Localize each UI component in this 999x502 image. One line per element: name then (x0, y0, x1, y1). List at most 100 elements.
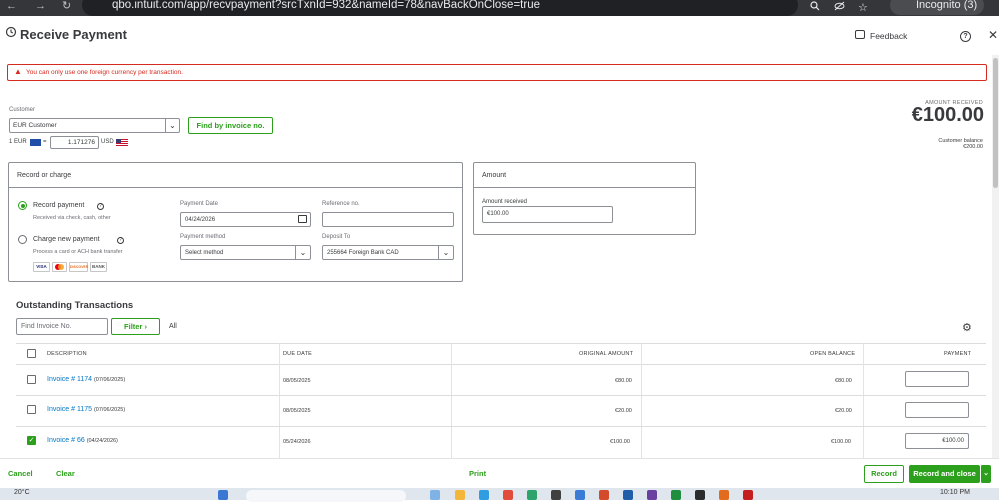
find-by-invoice-button[interactable]: Find by invoice no. (188, 117, 273, 134)
chevron-down-icon[interactable]: ⌄ (438, 246, 453, 259)
column-header-open-balance[interactable]: OPEN BALANCE (810, 351, 855, 357)
folder-icon[interactable] (455, 490, 465, 500)
reload-icon[interactable]: ↻ (62, 0, 71, 12)
help-icon[interactable]: ? (960, 31, 971, 42)
record-button[interactable]: Record (864, 465, 904, 483)
eu-flag-icon (30, 139, 41, 146)
panel-title-amount: Amount (482, 172, 507, 179)
panel-title-record: Record or charge (17, 172, 72, 179)
invoice-link[interactable]: Invoice # 66 (04/24/2026) (47, 437, 118, 444)
record-payment-radio[interactable] (18, 201, 27, 210)
open-balance: €20.00 (835, 408, 852, 414)
us-flag-icon (116, 139, 128, 146)
record-options-chevron-icon[interactable]: ⌄ (980, 465, 991, 483)
column-header-due-date[interactable]: DUE DATE (283, 351, 312, 357)
chevron-down-icon[interactable]: ⌄ (295, 246, 310, 259)
column-header-description[interactable]: DESCRIPTION (47, 351, 87, 357)
customer-value: EUR Customer (13, 122, 57, 129)
payment-date-input[interactable]: 04/24/2026 (180, 212, 311, 227)
address-bar[interactable]: qbo.intuit.com/app/recvpayment?srcTxnId=… (82, 0, 798, 16)
weather-text[interactable]: 20°C (14, 489, 30, 496)
app-icon[interactable] (551, 490, 561, 500)
back-arrow-icon[interactable]: ← (6, 0, 17, 12)
chevron-down-icon[interactable]: ⌄ (165, 119, 179, 132)
footer-bar: Cancel Clear Print Record Record and clo… (0, 458, 999, 488)
scrollbar-thumb[interactable] (993, 58, 998, 188)
rate-prefix: 1 EUR (9, 139, 27, 145)
app-icon[interactable] (575, 490, 585, 500)
row-checkbox[interactable] (27, 405, 36, 414)
column-header-payment[interactable]: PAYMENT (944, 351, 971, 357)
error-alert: ▲ You can only use one foreign currency … (7, 64, 987, 81)
chevron-right-icon: › (144, 322, 147, 331)
incognito-label: Incognito (3) (916, 0, 978, 11)
print-button[interactable]: Print (469, 469, 486, 478)
exchange-rate-input[interactable]: 1.171276 (50, 136, 99, 149)
app-icon[interactable] (527, 490, 537, 500)
clear-button[interactable]: Clear (56, 469, 75, 478)
customer-dropdown[interactable]: EUR Customer ⌄ (9, 118, 180, 133)
forward-arrow-icon[interactable]: → (35, 0, 46, 12)
help-icon[interactable]: ? (117, 237, 124, 244)
invoice-link[interactable]: Invoice # 1175 (07/06/2025) (47, 406, 125, 413)
app-icon[interactable] (671, 490, 681, 500)
original-amount: €80.00 (615, 378, 632, 384)
close-icon[interactable]: ✕ (988, 28, 998, 42)
app-icon[interactable] (647, 490, 657, 500)
app-icon[interactable] (430, 490, 440, 500)
alert-message: You can only use one foreign currency pe… (26, 69, 183, 76)
rate-equals: = (43, 139, 47, 145)
reference-input[interactable] (322, 212, 454, 227)
row-checkbox-checked[interactable]: ✓ (27, 436, 36, 445)
deposit-to-dropdown[interactable]: 255664 Foreign Bank CAD ⌄ (322, 245, 454, 260)
charge-payment-radio[interactable] (18, 235, 27, 244)
row-checkbox[interactable] (27, 375, 36, 384)
outstanding-title: Outstanding Transactions (16, 300, 134, 311)
clock-text[interactable]: 10:10 PM (940, 489, 970, 496)
invoice-number[interactable]: Invoice # 1175 (47, 406, 92, 413)
filter-button[interactable]: Filter › (111, 318, 160, 335)
app-icon[interactable] (719, 490, 729, 500)
payment-input[interactable] (905, 371, 969, 387)
payment-date-label: Payment Date (180, 201, 219, 207)
eye-off-icon[interactable] (834, 1, 845, 14)
amount-received-field-label: Amount received (482, 199, 528, 205)
feedback-icon[interactable] (855, 30, 865, 39)
calendar-icon[interactable] (298, 215, 307, 223)
app-icon[interactable] (503, 490, 513, 500)
payment-method-dropdown[interactable]: Select method ⌄ (180, 245, 311, 260)
invoice-number[interactable]: Invoice # 1174 (47, 376, 92, 383)
mastercard-card-icon (52, 262, 67, 272)
bookmark-star-icon[interactable]: ☆ (858, 1, 868, 14)
help-icon[interactable]: ? (97, 203, 104, 210)
url-text[interactable]: qbo.intuit.com/app/recvpayment?srcTxnId=… (112, 0, 540, 11)
start-icon[interactable] (218, 490, 228, 500)
select-all-checkbox[interactable] (27, 349, 36, 358)
payment-input[interactable] (905, 402, 969, 418)
app-icon[interactable] (599, 490, 609, 500)
taskbar-search[interactable] (246, 490, 406, 502)
app-icon[interactable] (479, 490, 489, 500)
zoom-icon[interactable] (810, 1, 820, 14)
amount-received-input[interactable]: €100.00 (482, 206, 613, 223)
record-and-close-button[interactable]: Record and close (909, 465, 980, 483)
payment-method-label: Payment method (180, 234, 226, 240)
record-payment-label: Record payment (33, 202, 85, 209)
rate-suffix: USD (101, 139, 114, 145)
cancel-button[interactable]: Cancel (8, 469, 33, 478)
due-date: 08/05/2025 (283, 378, 311, 384)
feedback-link[interactable]: Feedback (870, 31, 907, 41)
history-icon[interactable] (5, 26, 17, 41)
find-invoice-input[interactable]: Find Invoice No. (16, 318, 108, 335)
invoice-number[interactable]: Invoice # 66 (47, 437, 85, 444)
app-icon[interactable] (695, 490, 705, 500)
app-icon[interactable] (623, 490, 633, 500)
customer-label: Customer (9, 107, 36, 113)
gear-icon[interactable]: ⚙ (962, 321, 972, 334)
column-divider (279, 343, 280, 458)
payment-input[interactable]: €100.00 (905, 433, 969, 449)
invoice-link[interactable]: Invoice # 1174 (07/06/2025) (47, 376, 125, 383)
app-icon[interactable] (743, 490, 753, 500)
column-header-original-amount[interactable]: ORIGINAL AMOUNT (579, 351, 633, 357)
incognito-indicator[interactable]: Incognito (3) (890, 0, 984, 15)
